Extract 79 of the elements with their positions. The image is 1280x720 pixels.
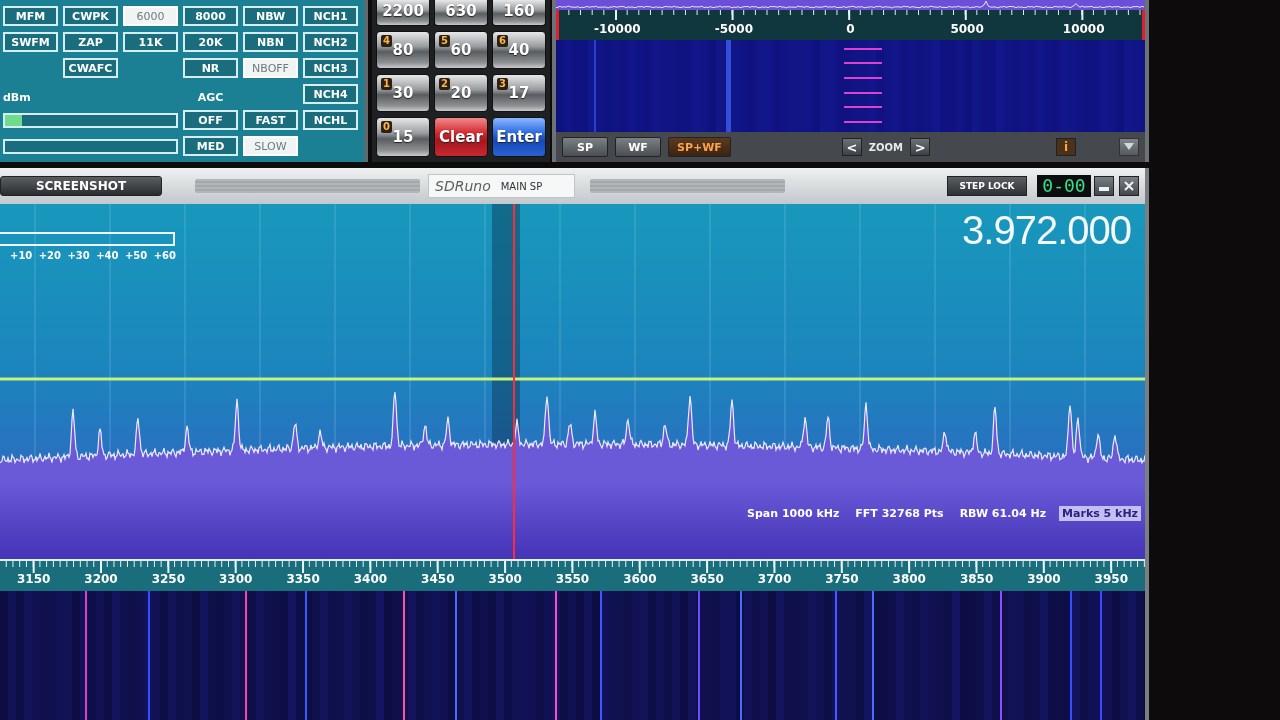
scale-label: 10000 [1062,22,1105,36]
close-button[interactable] [1119,176,1139,196]
scale-label: 3650 [690,572,724,586]
status-text: Marks 5 kHz [1059,506,1141,521]
panel-button[interactable]: NCH2 [303,32,358,52]
scale-label: 3150 [16,572,51,586]
view-button[interactable]: SP+WF [668,137,731,157]
logo-text: SDRuno [435,178,491,194]
s-meter-label: +30 [67,250,90,261]
scale-label: 3900 [1027,572,1061,586]
info-button[interactable]: i [1056,138,1076,156]
scale-label: -5000 [714,22,754,36]
scale-label: 3750 [825,572,859,586]
panel-button[interactable]: NBW [243,6,298,26]
panel-button[interactable]: NBOFF [243,58,298,78]
status-text: Span 1000 kHz [746,506,841,521]
scale-label: 3250 [151,572,186,586]
zoom-in-button[interactable]: > [910,138,931,156]
scale-label: 3300 [219,572,253,586]
panel-button[interactable]: NR [183,58,238,78]
window-title: MAIN SP [500,180,543,192]
frequency-readout[interactable]: 3.972.000 [962,208,1131,252]
minimize-button[interactable] [1094,176,1114,196]
status-text: RBW 61.04 Hz [958,506,1048,521]
keypad-key[interactable]: 630 [434,0,488,26]
panel-button[interactable]: NBN [243,32,298,52]
section-label: dBm [3,91,31,104]
s-meter-label: +50 [124,250,148,261]
panel-button[interactable]: NCH1 [303,6,358,26]
zoom-label: ZOOM [868,141,904,153]
view-button[interactable]: SP [562,137,608,157]
section-label: AGC [197,91,224,104]
keypad-key[interactable]: Enter [492,117,546,157]
keypad-key[interactable]: 2200 [376,0,430,26]
scale-label: 3950 [1094,572,1128,586]
view-button[interactable]: WF [615,137,661,157]
panel-button[interactable]: 20K [183,32,238,52]
scale-label: 3850 [959,572,994,586]
keypad-key[interactable]: Clear [434,117,488,157]
status-text: FFT 32768 Pts [854,506,945,521]
s-meter-label: +40 [96,250,119,261]
scale-label: 3350 [286,572,320,586]
corner-button[interactable] [1119,138,1139,156]
scale-label: 3450 [421,572,455,586]
scale-label: 5000 [950,22,984,36]
panel-button[interactable]: NCH4 [303,84,358,104]
panel-button[interactable]: 8000 [183,6,238,26]
scale-label: 3200 [84,572,118,586]
caret-icon [1124,143,1134,151]
scale-label: 3600 [623,572,657,586]
panel-button[interactable]: ZAP [63,32,118,52]
panel-button[interactable]: 6000 [123,6,178,26]
scale-label: -10000 [593,22,641,36]
agc-button[interactable]: SLOW [243,136,298,156]
agc-button[interactable]: MED [183,136,238,156]
panel-button[interactable]: NCHL [303,110,358,130]
panel-button[interactable]: MFM [3,6,58,26]
screenshot-button[interactable]: SCREENSHOT [0,176,162,196]
panel-button[interactable]: NCH3 [303,58,358,78]
agc-button[interactable]: OFF [183,110,238,130]
step-display: 0-00 [1037,175,1091,197]
scale-label: 0 [846,22,855,36]
close-icon [1124,181,1134,191]
panel-button[interactable]: CWAFC [63,58,118,78]
panel-button[interactable]: CWPK [63,6,118,26]
scale-label: 3700 [757,572,792,586]
zoom-out-button[interactable]: < [841,138,862,156]
scale-label: 3500 [488,572,522,586]
scale-label: 3400 [353,572,388,586]
agc-button[interactable]: FAST [243,110,298,130]
step-lock-button[interactable]: STEP LOCK [947,176,1027,196]
s-meter-label: +60 [153,250,176,261]
s-meter-label: +20 [38,250,62,261]
keypad-key[interactable]: 160 [492,0,546,26]
scale-label: 3800 [892,572,926,586]
panel-button[interactable]: 11K [123,32,178,52]
scale-label: 3550 [555,572,590,586]
s-meter-label: +10 [10,250,33,261]
panel-button[interactable]: SWFM [3,32,58,52]
